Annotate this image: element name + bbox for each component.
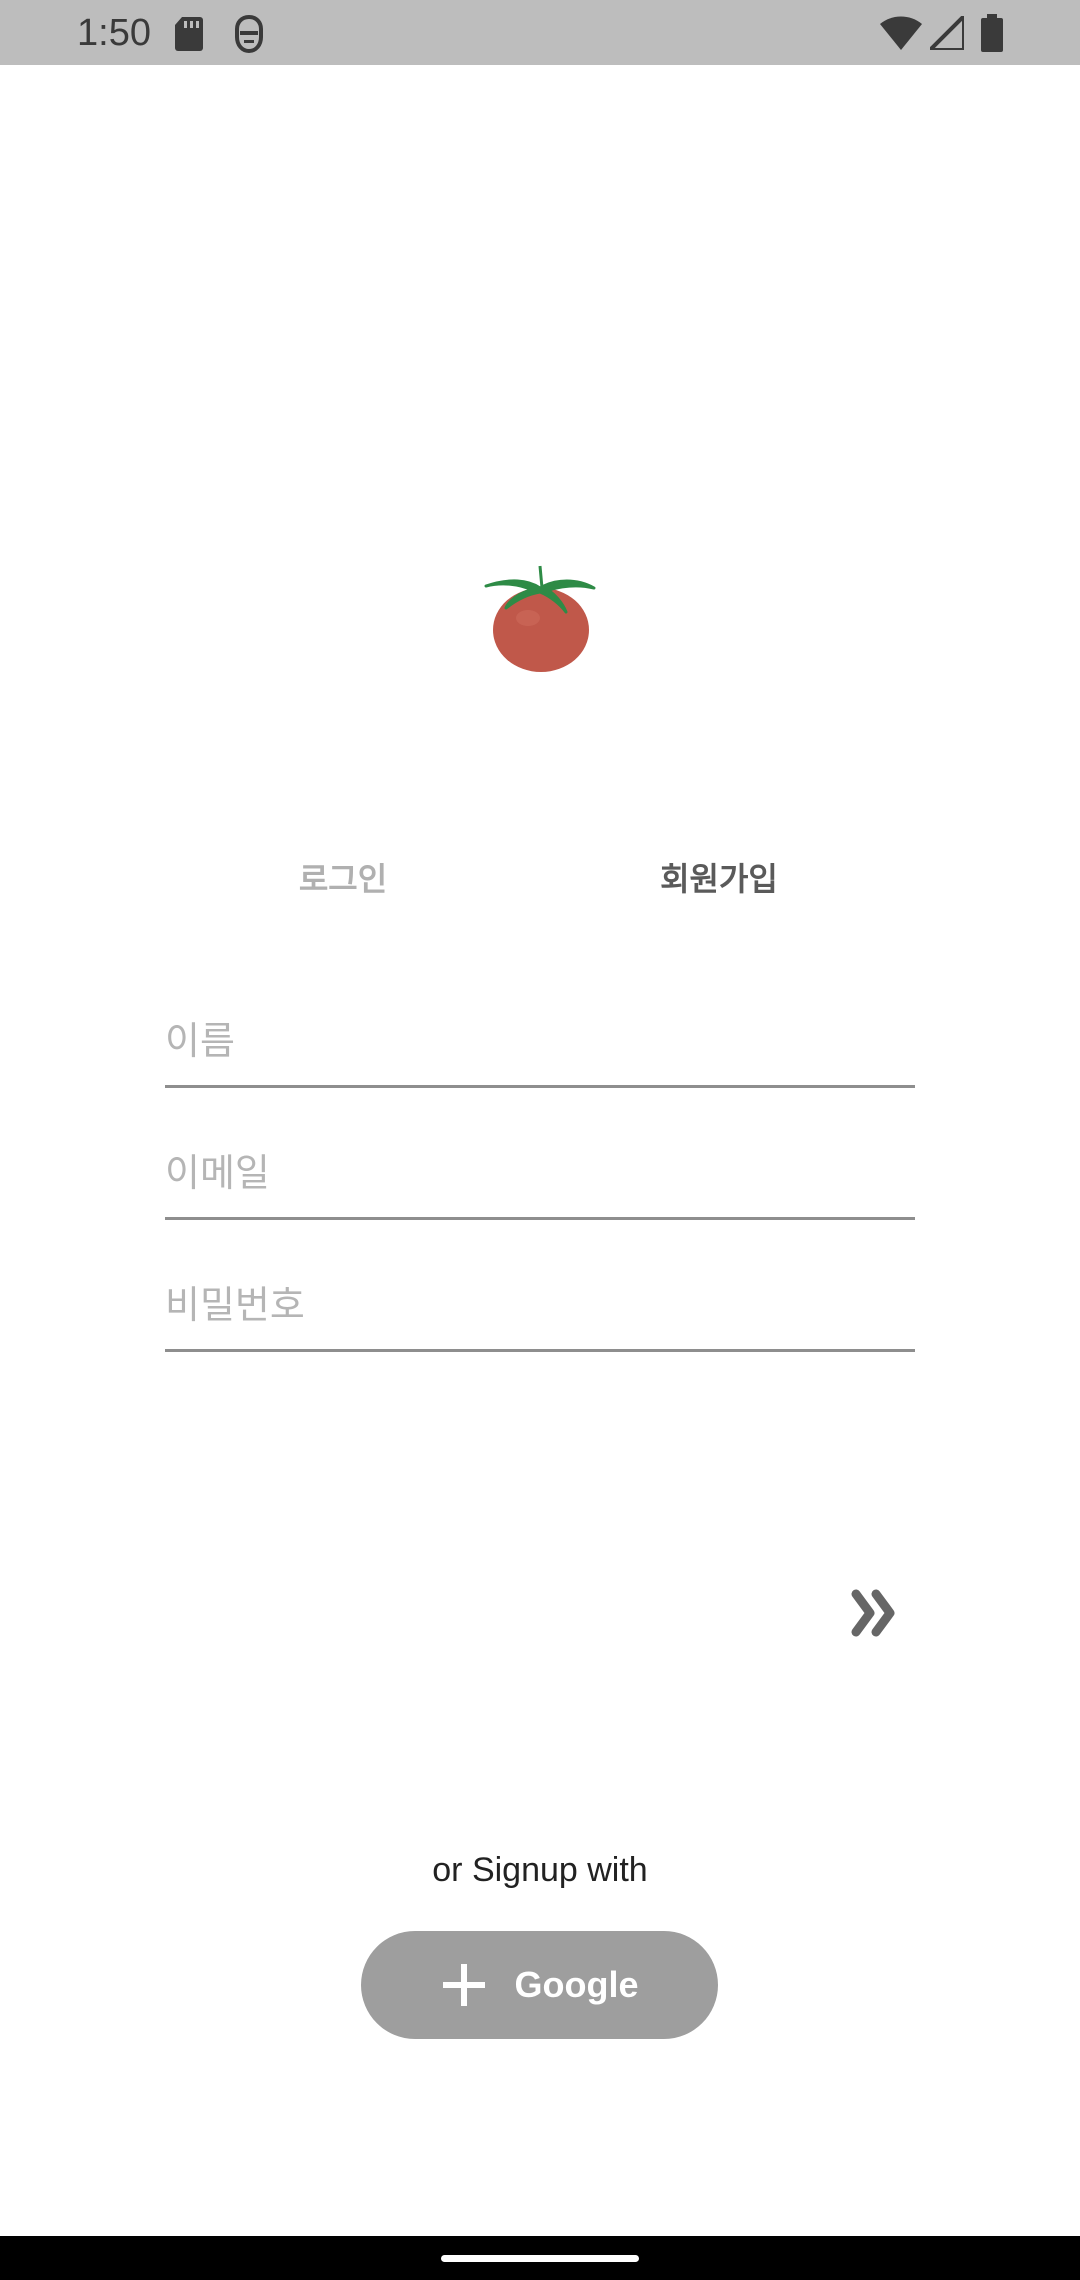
- signal-icon: [930, 16, 964, 50]
- name-field: [165, 988, 915, 1088]
- password-field: [165, 1252, 915, 1352]
- tomato-logo-icon: [484, 565, 596, 672]
- navigation-bar: [0, 2236, 1080, 2280]
- email-field: [165, 1120, 915, 1220]
- home-handle[interactable]: [441, 2255, 639, 2262]
- google-button-label: Google: [514, 1964, 639, 2005]
- tab-login[interactable]: 로그인: [243, 855, 443, 903]
- signup-screen: 1:50 로그인 회원가입 이름 이메일 or Signup with Goog…: [0, 0, 1080, 2280]
- double-chevron-right-icon: [851, 1589, 895, 1637]
- status-bar: 1:50: [0, 0, 1080, 65]
- signup-with-text: or Signup with: [432, 1851, 648, 1889]
- wifi-icon: [880, 16, 922, 50]
- plus-icon: [442, 1964, 485, 2006]
- status-time: 1:50: [77, 12, 151, 54]
- face-icon: [235, 15, 263, 53]
- tab-signup[interactable]: 회원가입: [619, 855, 819, 903]
- email-input[interactable]: [165, 1151, 915, 1195]
- sd-card-icon: [175, 17, 203, 51]
- next-button[interactable]: [848, 1588, 908, 1638]
- password-input[interactable]: [165, 1283, 915, 1327]
- google-signup-button[interactable]: Google: [361, 1931, 718, 2039]
- name-input[interactable]: [165, 1019, 915, 1063]
- battery-icon: [981, 14, 1003, 52]
